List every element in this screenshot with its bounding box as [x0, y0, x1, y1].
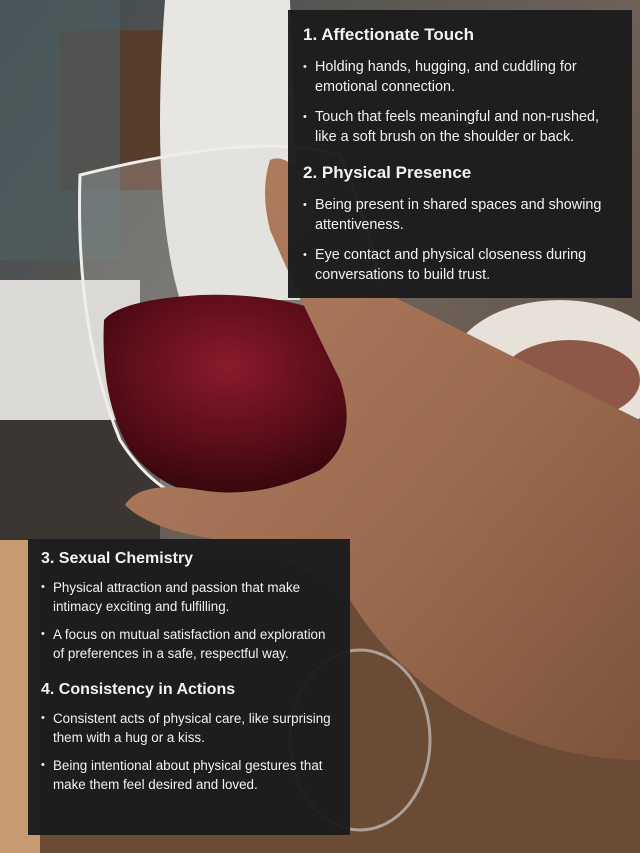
- info-card-bottom: 3. Sexual Chemistry Physical attraction …: [28, 539, 350, 835]
- section-heading-physical-presence: 2. Physical Presence: [303, 163, 472, 182]
- bullet-item: Physical attraction and passion that mak…: [41, 578, 340, 616]
- bullet-list: Consistent acts of physical care, like s…: [41, 709, 340, 794]
- info-card-top: 1. Affectionate Touch Holding hands, hug…: [288, 10, 632, 298]
- bullet-item: Being intentional about physical gesture…: [41, 756, 340, 794]
- bullet-item: Holding hands, hugging, and cuddling for…: [303, 57, 618, 97]
- bullet-item: Touch that feels meaningful and non-rush…: [303, 107, 618, 147]
- bullet-item: Consistent acts of physical care, like s…: [41, 709, 340, 747]
- bullet-list: Physical attraction and passion that mak…: [41, 578, 340, 663]
- bullet-list: Holding hands, hugging, and cuddling for…: [303, 57, 618, 147]
- bullet-list: Being present in shared spaces and showi…: [303, 195, 618, 285]
- section-heading-affectionate-touch: 1. Affectionate Touch: [303, 25, 474, 44]
- bullet-item: A focus on mutual satisfaction and explo…: [41, 625, 340, 663]
- bullet-item: Eye contact and physical closeness durin…: [303, 245, 618, 285]
- section-heading-sexual-chemistry: 3. Sexual Chemistry: [41, 550, 194, 567]
- bullet-item: Being present in shared spaces and showi…: [303, 195, 618, 235]
- section-heading-consistency-in-actions: 4. Consistency in Actions: [41, 681, 236, 698]
